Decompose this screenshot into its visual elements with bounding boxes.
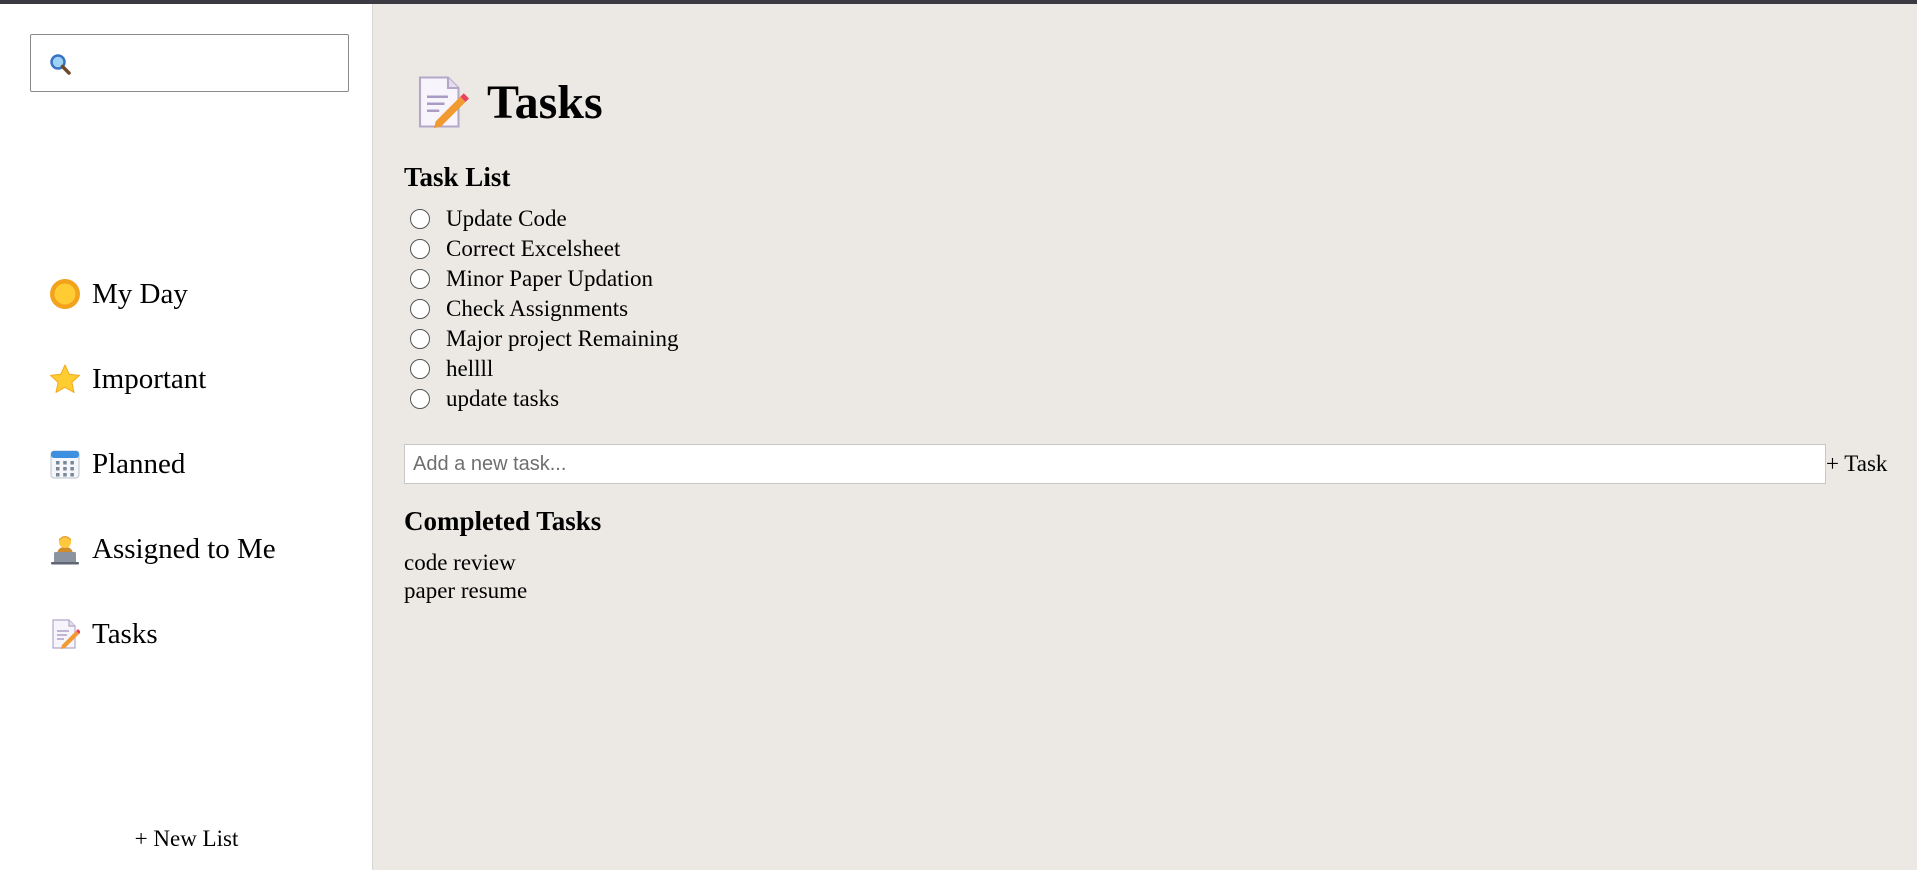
task-complete-radio[interactable] <box>410 359 430 379</box>
sidebar-item-my-day[interactable]: My Day <box>48 274 188 314</box>
task-label: Check Assignments <box>446 296 629 321</box>
memo-icon <box>48 617 82 651</box>
memo-icon <box>418 76 469 129</box>
task-complete-radio[interactable] <box>410 299 430 319</box>
sidebar: My Day Important Planned Assigned to Me … <box>0 4 373 870</box>
task-item[interactable]: Check Assignments <box>410 294 679 324</box>
task-list: Update Code Correct Excelsheet Minor Pap… <box>410 204 679 414</box>
task-complete-radio[interactable] <box>410 269 430 289</box>
star-icon <box>48 362 82 396</box>
page-title: Tasks <box>487 75 603 129</box>
main-panel: Tasks Task List Update Code Correct Exce… <box>373 4 1917 870</box>
task-label: hellll <box>446 356 494 381</box>
sidebar-item-assigned-to-me[interactable]: Assigned to Me <box>48 529 276 569</box>
person-laptop-icon <box>48 532 82 566</box>
add-task-button[interactable]: + Task <box>1826 451 1887 477</box>
sun-icon <box>48 277 82 311</box>
task-item[interactable]: update tasks <box>410 384 679 414</box>
sidebar-item-label: Assigned to Me <box>92 532 276 565</box>
task-item[interactable]: Major project Remaining <box>410 324 679 354</box>
task-complete-radio[interactable] <box>410 389 430 409</box>
completed-list: code review paper resume <box>404 549 527 605</box>
task-label: Correct Excelsheet <box>446 236 621 261</box>
new-task-input[interactable] <box>404 444 1826 484</box>
add-task-row: + Task <box>404 443 1917 485</box>
task-label: Major project Remaining <box>446 326 679 351</box>
sidebar-item-label: Planned <box>92 447 186 480</box>
sidebar-item-planned[interactable]: Planned <box>48 444 185 484</box>
task-label: Update Code <box>446 206 567 231</box>
task-item[interactable]: Minor Paper Updation <box>410 264 679 294</box>
search-box[interactable] <box>30 34 349 92</box>
completed-item: code review <box>404 550 516 575</box>
sidebar-item-tasks[interactable]: Tasks <box>48 614 158 654</box>
task-complete-radio[interactable] <box>410 329 430 349</box>
completed-tasks-heading: Completed Tasks <box>404 506 602 536</box>
task-label: update tasks <box>446 386 560 411</box>
search-icon <box>50 54 71 75</box>
page-header: Tasks <box>413 74 603 130</box>
new-list-button[interactable]: + New List <box>0 826 373 852</box>
sidebar-item-important[interactable]: Important <box>48 359 206 399</box>
task-item[interactable]: hellll <box>410 354 679 384</box>
calendar-icon <box>48 447 82 481</box>
sidebar-item-label: Tasks <box>92 617 158 650</box>
completed-item: paper resume <box>404 578 528 603</box>
task-label: Minor Paper Updation <box>446 266 653 291</box>
search-input[interactable] <box>83 45 338 81</box>
task-list-heading: Task List <box>404 162 511 192</box>
task-item[interactable]: Correct Excelsheet <box>410 234 679 264</box>
task-complete-radio[interactable] <box>410 209 430 229</box>
sidebar-item-label: Important <box>92 362 207 395</box>
sidebar-item-label: My Day <box>92 277 188 310</box>
task-complete-radio[interactable] <box>410 239 430 259</box>
task-item[interactable]: Update Code <box>410 204 679 234</box>
